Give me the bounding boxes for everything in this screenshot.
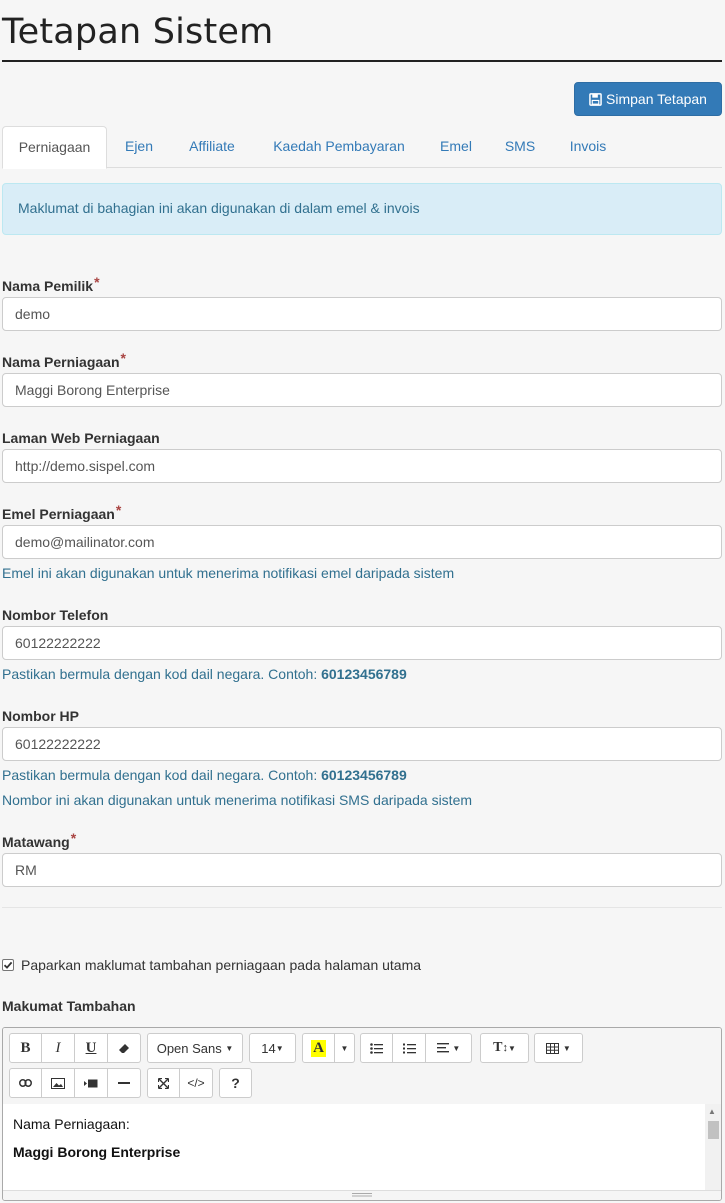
extra-info-label: Makumat Tambahan <box>2 998 136 1014</box>
checkmark-icon <box>3 961 13 969</box>
owner-name-input[interactable] <box>2 297 722 331</box>
business-email-label: Emel Perniagaan* <box>2 502 122 522</box>
bold-button[interactable]: B <box>9 1033 42 1063</box>
underline-button[interactable]: U <box>75 1033 108 1063</box>
align-icon <box>436 1043 449 1053</box>
rich-text-editor: B I U Open Sans ▼ 14 ▼ A ▼ ▼ T ↕ ▼ ▼ </>… <box>2 1027 722 1201</box>
mobile-input[interactable] <box>2 727 722 761</box>
link-icon[interactable] <box>9 1068 42 1098</box>
required-marker: * <box>94 274 100 290</box>
tab-perniagaan[interactable]: Perniagaan <box>2 126 107 169</box>
caret-down-icon: ▼ <box>225 1043 234 1053</box>
align-dropdown[interactable]: ▼ <box>426 1033 472 1063</box>
horizontal-rule-icon[interactable] <box>108 1068 141 1098</box>
video-icon[interactable] <box>75 1068 108 1098</box>
required-marker: * <box>120 350 126 366</box>
mobile-sms-help-text: Nombor ini akan digunakan untuk menerima… <box>2 792 473 808</box>
show-extra-info-label: Paparkan maklumat tambahan perniagaan pa… <box>21 957 422 973</box>
business-email-input[interactable] <box>2 525 722 559</box>
show-extra-info-checkbox[interactable] <box>2 959 14 971</box>
tab-affiliate[interactable]: Affiliate <box>174 126 250 168</box>
font-size-dropdown[interactable]: 14 ▼ <box>249 1033 296 1063</box>
scroll-up-icon[interactable]: ▲ <box>708 1107 716 1116</box>
tab-sms[interactable]: SMS <box>492 126 548 168</box>
info-alert: Maklumat di bahagian ini akan digunakan … <box>2 183 722 235</box>
table-dropdown[interactable]: ▼ <box>534 1033 583 1063</box>
editor-scrollbar[interactable]: ▲ <box>705 1104 721 1192</box>
mobile-label: Nombor HP <box>2 708 79 724</box>
code-view-icon[interactable]: </> <box>180 1068 213 1098</box>
eraser-icon[interactable] <box>108 1033 141 1063</box>
show-extra-info-row: Paparkan maklumat tambahan perniagaan pa… <box>2 957 421 973</box>
tab-kaedah-pembayaran[interactable]: Kaedah Pembayaran <box>258 126 420 168</box>
mobile-example: 60123456789 <box>321 767 407 783</box>
section-divider <box>2 907 722 908</box>
phone-example: 60123456789 <box>321 666 407 682</box>
website-input[interactable] <box>2 449 722 483</box>
numbered-list-icon[interactable] <box>393 1033 426 1063</box>
resize-grip-icon <box>352 1193 372 1197</box>
caret-down-icon: ▼ <box>275 1043 284 1053</box>
color-caret-icon[interactable]: ▼ <box>335 1033 355 1063</box>
bullet-list-icon[interactable] <box>360 1033 393 1063</box>
fullscreen-icon[interactable] <box>147 1068 180 1098</box>
table-icon <box>546 1042 560 1054</box>
business-name-label: Nama Perniagaan* <box>2 350 126 370</box>
picture-icon[interactable] <box>42 1068 75 1098</box>
tab-invois[interactable]: Invois <box>556 126 620 168</box>
currency-label: Matawang* <box>2 830 77 850</box>
scrollbar-thumb[interactable] <box>708 1121 719 1139</box>
editor-content[interactable]: Nama Perniagaan: Maggi Borong Enterprise <box>3 1104 705 1192</box>
editor-line-bold: Maggi Borong Enterprise <box>13 1144 181 1160</box>
title-divider <box>2 60 722 62</box>
email-help-text: Emel ini akan digunakan untuk menerima n… <box>2 565 455 581</box>
phone-label: Nombor Telefon <box>2 607 109 623</box>
help-icon[interactable]: ? <box>219 1068 252 1098</box>
editor-line: Nama Perniagaan: <box>13 1116 130 1132</box>
business-name-input[interactable] <box>2 373 722 407</box>
phone-help-text: Pastikan bermula dengan kod dail negara.… <box>2 666 407 682</box>
text-color-icon[interactable]: A <box>302 1033 335 1063</box>
tab-ejen[interactable]: Ejen <box>112 126 166 168</box>
font-family-value: Open Sans <box>156 1040 222 1056</box>
editor-resize-handle[interactable] <box>3 1190 721 1200</box>
italic-button[interactable]: I <box>42 1033 75 1063</box>
line-height-dropdown[interactable]: T ↕ ▼ <box>480 1033 529 1063</box>
settings-tabs: Perniagaan Ejen Affiliate Kaedah Pembaya… <box>2 126 722 169</box>
page-title: Tetapan Sistem <box>2 12 274 52</box>
font-size-value: 14 <box>261 1040 276 1056</box>
owner-name-label: Nama Pemilik* <box>2 274 100 294</box>
required-marker: * <box>115 502 122 518</box>
website-label: Laman Web Perniagaan <box>2 430 160 446</box>
required-marker: * <box>70 830 77 846</box>
save-settings-button[interactable]: Simpan Tetapan <box>574 82 722 116</box>
mobile-help-text: Pastikan bermula dengan kod dail negara.… <box>2 767 407 783</box>
currency-input[interactable] <box>2 853 722 887</box>
editor-toolbar: B I U Open Sans ▼ 14 ▼ A ▼ ▼ T ↕ ▼ ▼ </>… <box>3 1028 721 1105</box>
save-settings-label: Simpan Tetapan <box>606 91 707 107</box>
phone-input[interactable] <box>2 626 722 660</box>
floppy-disk-icon <box>589 92 602 106</box>
font-family-dropdown[interactable]: Open Sans ▼ <box>147 1033 243 1063</box>
tab-emel[interactable]: Emel <box>428 126 484 168</box>
